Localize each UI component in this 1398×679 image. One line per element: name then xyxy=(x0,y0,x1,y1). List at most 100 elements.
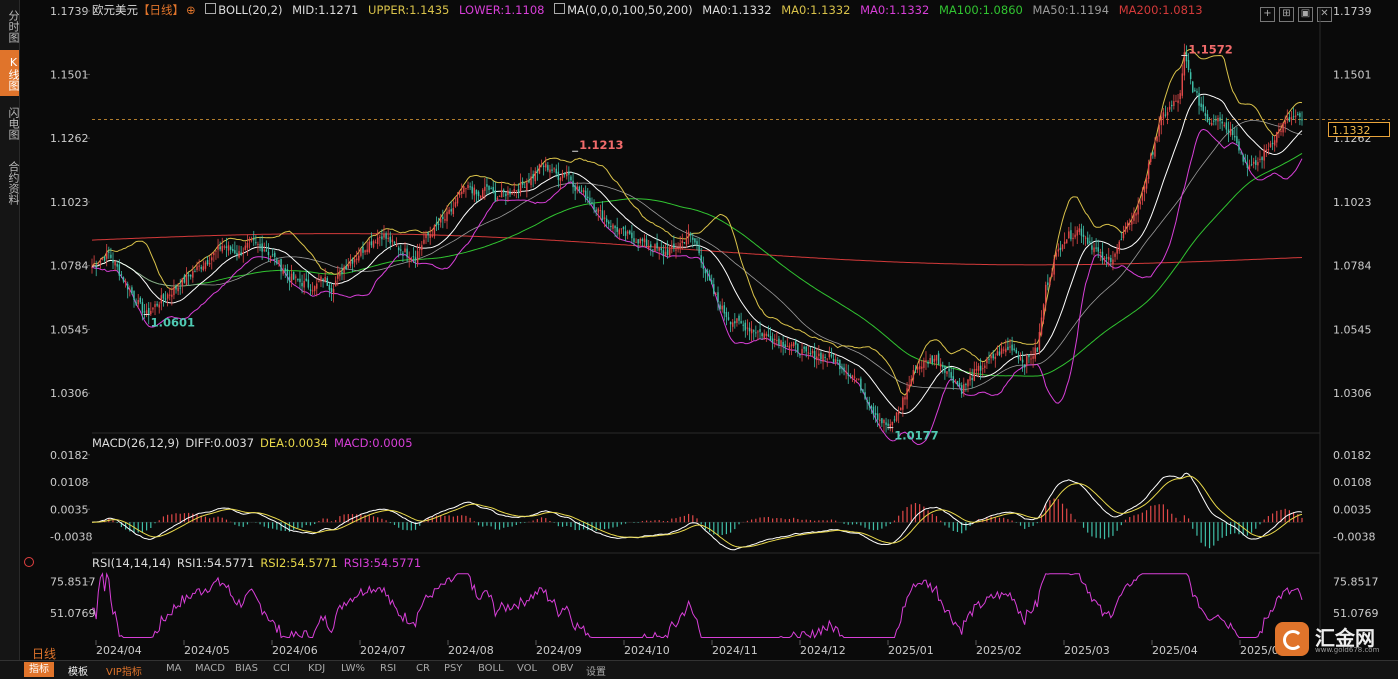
macd-tick-right: 0.0035 xyxy=(1333,503,1372,516)
candle-body xyxy=(1063,241,1066,244)
candle-body xyxy=(311,290,314,292)
candle-body xyxy=(122,277,125,282)
candle-body xyxy=(267,251,270,256)
annotation-label: 1.0177 xyxy=(894,429,938,443)
candle-body xyxy=(647,245,650,249)
candle-body xyxy=(242,251,244,254)
candle-body xyxy=(1240,152,1242,154)
candle-body xyxy=(942,365,944,368)
candle-body xyxy=(851,375,854,378)
tab-bias[interactable]: BIAS xyxy=(235,663,258,674)
candle-body xyxy=(395,245,398,247)
candle-body xyxy=(671,245,673,248)
candle-body xyxy=(984,365,986,368)
candle-body xyxy=(664,251,667,256)
tab-settings[interactable]: 设置 xyxy=(586,663,606,678)
candle-body xyxy=(1292,116,1295,118)
candle-body xyxy=(261,243,263,252)
candle-body xyxy=(511,193,513,195)
tab-ma[interactable]: MA xyxy=(166,663,181,674)
x-axis-label: 2024/04 xyxy=(96,644,142,657)
candle-body xyxy=(1051,272,1053,277)
tab-boll[interactable]: BOLL xyxy=(478,663,504,674)
price-tick-right: 1.0784 xyxy=(1333,260,1372,273)
candle-body xyxy=(870,405,873,409)
candle-body xyxy=(204,262,207,269)
tab-vol[interactable]: VOL xyxy=(517,663,537,674)
candle-body xyxy=(400,249,402,251)
candle-body xyxy=(818,353,820,356)
candle-body xyxy=(276,259,278,264)
x-axis-label: 2024/11 xyxy=(712,644,758,657)
candle-body xyxy=(454,202,457,207)
tab-cr[interactable]: CR xyxy=(416,663,430,674)
x-axis-label: 2025/02 xyxy=(976,644,1022,657)
candle-body xyxy=(593,204,595,210)
candle-body xyxy=(939,363,942,367)
tab-macd[interactable]: MACD xyxy=(195,663,225,674)
candle-body xyxy=(271,254,274,256)
candle-body xyxy=(238,251,240,258)
tab-indicator[interactable]: 指标 xyxy=(24,662,54,677)
x-axis-label: 2024/06 xyxy=(272,644,318,657)
tab-psy[interactable]: PSY xyxy=(444,663,463,674)
current-price-tag: 1.1332 xyxy=(1328,122,1390,137)
tab-lw[interactable]: LW% xyxy=(341,663,365,674)
tab-obv[interactable]: OBV xyxy=(552,663,573,674)
candle-body xyxy=(824,356,826,358)
candle-body xyxy=(1204,113,1207,116)
candle-body xyxy=(782,341,784,347)
candle-body xyxy=(965,384,967,386)
tab-vip-indicator[interactable]: VIP指标 xyxy=(106,663,142,678)
candle-body xyxy=(290,273,293,282)
price-tick-left: 1.0784 xyxy=(50,260,89,273)
candle-body xyxy=(1124,226,1127,232)
candle-body xyxy=(843,367,845,372)
candle-body xyxy=(387,237,389,239)
candle-body xyxy=(910,379,913,386)
candle-body xyxy=(692,237,694,240)
candle-body xyxy=(225,246,228,248)
candle-body xyxy=(469,186,471,188)
candle-body xyxy=(1175,100,1177,102)
candle-body xyxy=(1242,155,1244,162)
price-tick-right: 1.0545 xyxy=(1333,323,1372,336)
candle-body xyxy=(689,233,692,236)
tab-cci[interactable]: CCI xyxy=(273,663,290,674)
candle-body xyxy=(526,182,528,191)
tab-template[interactable]: 模板 xyxy=(68,663,88,678)
candle-body xyxy=(286,269,289,276)
candle-body xyxy=(559,177,562,181)
candle-body xyxy=(274,252,276,257)
candle-body xyxy=(673,243,675,248)
candle-body xyxy=(696,241,698,245)
candle-body xyxy=(841,366,843,369)
candle-body xyxy=(412,256,415,258)
candle-body xyxy=(427,232,429,236)
candle-body xyxy=(114,261,116,266)
candle-body xyxy=(858,378,860,380)
candle-body xyxy=(324,276,326,282)
candle-body xyxy=(566,171,568,177)
candle-body xyxy=(618,229,621,235)
candle-body xyxy=(263,249,265,251)
candle-body xyxy=(1288,117,1291,122)
candle-body xyxy=(1026,356,1028,366)
candle-body xyxy=(622,226,625,230)
candle-body xyxy=(444,219,446,221)
candle-body xyxy=(404,248,406,253)
candle-body xyxy=(481,189,484,198)
candle-body xyxy=(555,168,557,174)
tab-kdj[interactable]: KDJ xyxy=(308,663,325,674)
candle-body xyxy=(1202,104,1205,112)
tab-rsi[interactable]: RSI xyxy=(380,663,396,674)
candle-body xyxy=(1015,349,1018,354)
candle-body xyxy=(1261,157,1263,161)
x-axis-label: 2024/12 xyxy=(800,644,846,657)
candle-body xyxy=(131,287,133,294)
price-chart[interactable]: 1.1739 1.17391.1501 1.15011.1262 1.12621.10… xyxy=(0,0,1398,660)
candle-body xyxy=(654,244,656,252)
price-tick-right: 1.1739 xyxy=(1333,5,1372,18)
price-tick-left: 1.1023 xyxy=(50,196,89,209)
candle-body xyxy=(269,255,272,258)
